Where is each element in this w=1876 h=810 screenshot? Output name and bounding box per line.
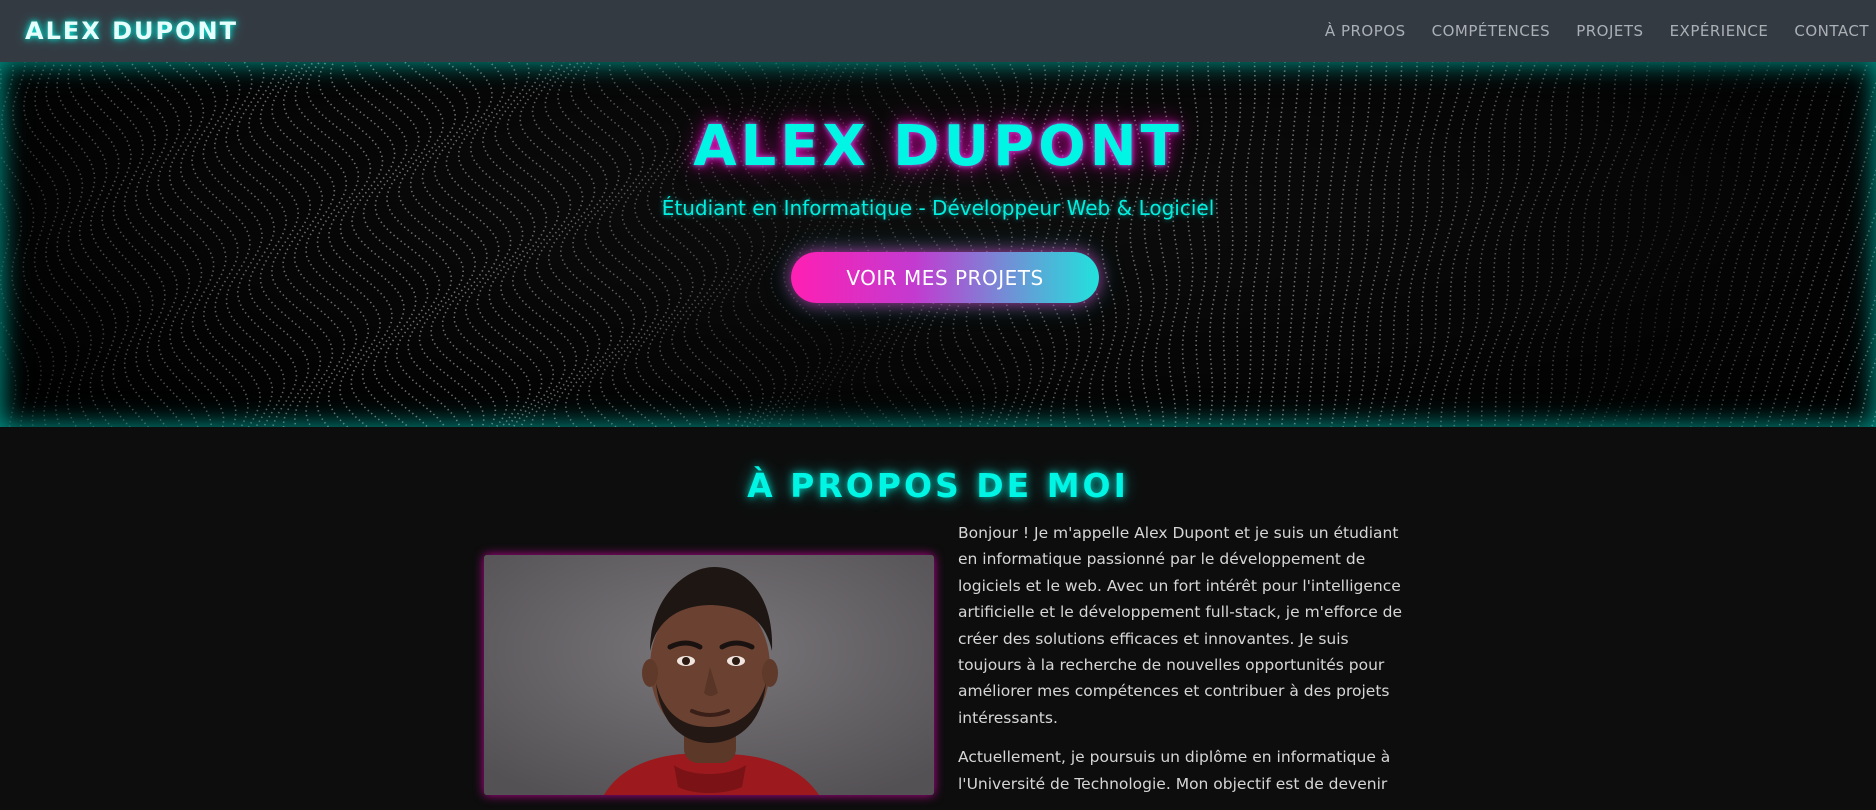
nav-link-competences[interactable]: COMPÉTENCES: [1432, 22, 1551, 40]
about-paragraph-1: Bonjour ! Je m'appelle Alex Dupont et je…: [958, 520, 1410, 731]
about-paragraph-2: Actuellement, je poursuis un diplôme en …: [958, 744, 1410, 797]
hero-title: ALEX DUPONT: [0, 114, 1876, 179]
nav-link-experience[interactable]: EXPÉRIENCE: [1670, 22, 1769, 40]
hero-subtitle: Étudiant en Informatique - Développeur W…: [0, 196, 1876, 220]
brand-logo[interactable]: ALEX DUPONT: [25, 17, 238, 45]
profile-photo: [484, 555, 934, 795]
about-title: À PROPOS DE MOI: [0, 466, 1876, 505]
about-section: À PROPOS DE MOI: [0, 427, 1876, 787]
nav-links: À PROPOS COMPÉTENCES PROJETS EXPÉRIENCE …: [1325, 22, 1869, 40]
nav-link-a-propos[interactable]: À PROPOS: [1325, 22, 1406, 40]
hero-section: ALEX DUPONT Étudiant en Informatique - D…: [0, 62, 1876, 427]
about-text: Bonjour ! Je m'appelle Alex Dupont et je…: [958, 520, 1410, 810]
nav-link-contact[interactable]: CONTACT: [1794, 22, 1869, 40]
navbar: ALEX DUPONT À PROPOS COMPÉTENCES PROJETS…: [0, 0, 1876, 62]
portrait-illustration: [484, 555, 934, 795]
view-projects-button[interactable]: VOIR MES PROJETS: [791, 252, 1099, 303]
nav-link-projets[interactable]: PROJETS: [1576, 22, 1643, 40]
